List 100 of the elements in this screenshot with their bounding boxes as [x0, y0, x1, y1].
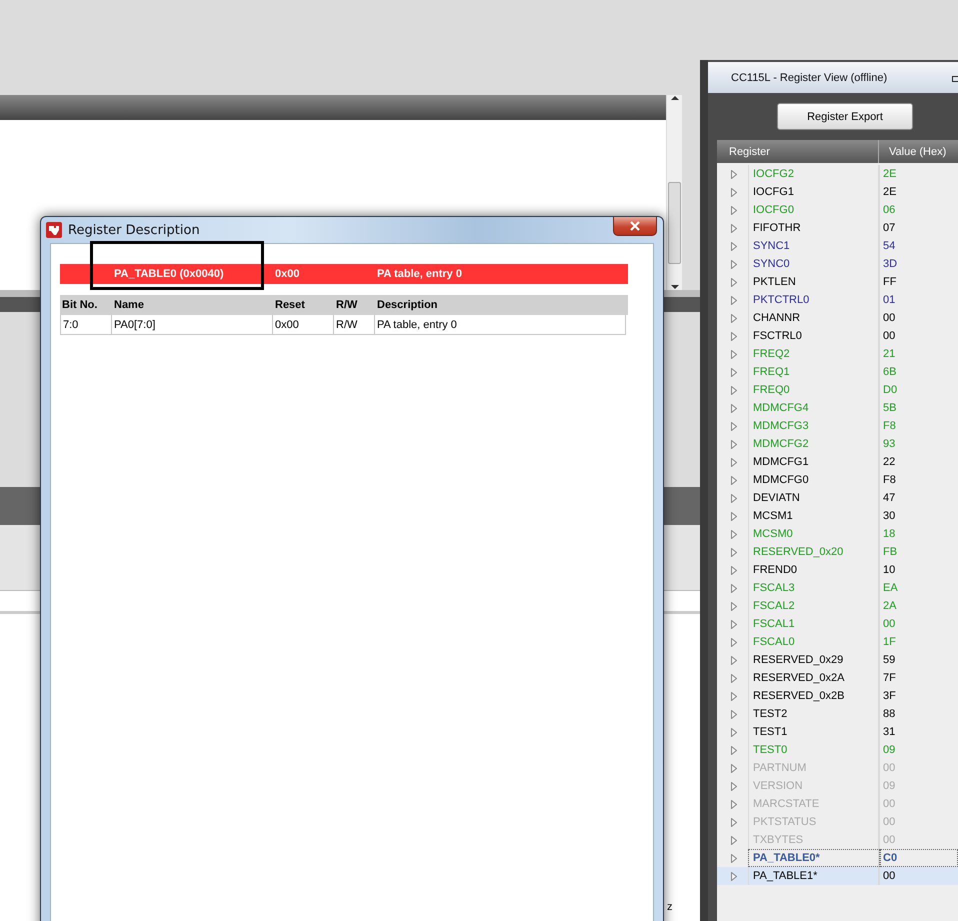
register-value: 31 — [882, 725, 896, 740]
table-cell: 0x00 — [273, 315, 334, 335]
register-row[interactable]: RESERVED_0x2A 7F — [717, 669, 958, 687]
register-row[interactable]: RESERVED_0x20 FB — [717, 543, 958, 561]
register-row[interactable]: PKTCTRL0 01 — [717, 291, 958, 309]
register-name: RESERVED_0x29 — [748, 651, 880, 669]
register-row[interactable]: PKTLEN FF — [717, 273, 958, 291]
scroll-up-icon[interactable] — [670, 95, 678, 101]
register-value: 00 — [882, 833, 896, 848]
register-row[interactable]: FREQ2 21 — [717, 345, 958, 363]
register-row[interactable]: RESERVED_0x29 59 — [717, 651, 958, 669]
app-logo-icon — [46, 222, 62, 238]
register-name: PKTCTRL0 — [748, 291, 880, 309]
register-value: 00 — [882, 617, 896, 632]
register-row[interactable]: FSCAL2 2A — [717, 597, 958, 615]
register-value: 00 — [882, 329, 896, 344]
register-name: FREQ1 — [748, 363, 880, 381]
register-row[interactable]: FREND0 10 — [717, 561, 958, 579]
register-row[interactable]: DEVIATN 47 — [717, 489, 958, 507]
register-row[interactable]: FSCAL1 00 — [717, 615, 958, 633]
register-row[interactable]: MDMCFG3 F8 — [717, 417, 958, 435]
register-value: F8 — [882, 419, 897, 434]
register-row[interactable]: MDMCFG0 F8 — [717, 471, 958, 489]
register-row[interactable]: RESERVED_0x2B 3F — [717, 687, 958, 705]
register-row[interactable]: IOCFG0 06 — [717, 201, 958, 219]
register-row[interactable]: MDMCFG4 5B — [717, 399, 958, 417]
register-value: F8 — [882, 473, 897, 488]
register-name: PKTSTATUS — [748, 813, 880, 831]
register-row[interactable]: FSCTRL0 00 — [717, 327, 958, 345]
register-name: FREND0 — [748, 561, 880, 579]
column-header: Description — [376, 298, 439, 313]
register-row[interactable]: TEST0 09 — [717, 741, 958, 759]
register-name: RESERVED_0x20 — [748, 543, 880, 561]
register-name: MDMCFG0 — [748, 471, 880, 489]
register-row[interactable]: FSCAL3 EA — [717, 579, 958, 597]
register-value: 93 — [882, 437, 896, 452]
column-header[interactable]: Register — [717, 140, 879, 163]
table-cell: PA0[7:0] — [112, 315, 273, 335]
register-value: 3D — [882, 257, 898, 272]
register-value: 2A — [882, 599, 898, 614]
register-value: 07 — [882, 221, 896, 236]
register-description: PA table, entry 0 — [376, 267, 463, 282]
register-row[interactable]: TEST2 88 — [717, 705, 958, 723]
register-name: TEST1 — [748, 723, 880, 741]
column-header[interactable]: Value (Hex) — [879, 140, 958, 163]
register-row[interactable]: FIFOTHR 07 — [717, 219, 958, 237]
register-value: 22 — [882, 455, 896, 470]
column-header: Name — [113, 298, 145, 313]
register-row[interactable]: CHANNR 00 — [717, 309, 958, 327]
register-name: FSCAL0 — [748, 633, 880, 651]
register-name: FREQ2 — [748, 345, 880, 363]
table-cell: R/W — [334, 315, 375, 335]
register-name: MDMCFG4 — [748, 399, 880, 417]
restore-icon[interactable] — [952, 74, 958, 82]
register-name: IOCFG0 — [748, 201, 880, 219]
column-header: Reset — [274, 298, 306, 313]
register-name: IOCFG1 — [748, 183, 880, 201]
register-value: 2E — [882, 167, 898, 182]
register-value: D0 — [882, 383, 898, 398]
register-value: 2E — [882, 185, 898, 200]
register-row[interactable]: MCSM1 30 — [717, 507, 958, 525]
register-row[interactable]: MCSM0 18 — [717, 525, 958, 543]
close-button[interactable] — [613, 217, 657, 236]
export-button[interactable]: Register Export — [777, 103, 913, 130]
register-name: RESERVED_0x2B — [748, 687, 880, 705]
register-row[interactable]: FREQ0 D0 — [717, 381, 958, 399]
register-value: 09 — [882, 743, 896, 758]
register-value: 6B — [882, 365, 898, 380]
scrollbar[interactable] — [666, 95, 682, 290]
dialog-title: Register Description — [68, 222, 200, 238]
register-row[interactable]: SYNC0 3D — [717, 255, 958, 273]
register-value: 21 — [882, 347, 896, 362]
close-icon — [629, 221, 641, 231]
register-name: FSCAL3 — [748, 579, 880, 597]
register-row[interactable]: IOCFG2 2E — [717, 165, 958, 183]
register-value: 00 — [882, 869, 896, 884]
register-name: MCSM0 — [748, 525, 880, 543]
panel-title: CC115L - Register View (offline) — [731, 72, 888, 84]
register-row[interactable]: FREQ1 6B — [717, 363, 958, 381]
register-row[interactable]: SYNC1 54 — [717, 237, 958, 255]
register-row[interactable]: IOCFG1 2E — [717, 183, 958, 201]
register-value: C0 — [880, 849, 958, 867]
register-name: PA_TABLE0 (0x0040) — [113, 267, 225, 282]
register-value: 47 — [882, 491, 896, 506]
register-row[interactable]: FSCAL0 1F — [717, 633, 958, 651]
register-name: MARCSTATE — [748, 795, 880, 813]
register-name: VERSION — [748, 777, 880, 795]
register-reset: 0x00 — [274, 267, 300, 282]
register-name: FSCAL1 — [748, 615, 880, 633]
register-value: 7F — [882, 671, 897, 686]
register-row[interactable]: TEST1 31 — [717, 723, 958, 741]
register-name: FSCAL2 — [748, 597, 880, 615]
register-name: SYNC0 — [748, 255, 880, 273]
register-name: IOCFG2 — [748, 165, 880, 183]
table-cell: PA table, entry 0 — [375, 315, 626, 335]
register-value: 06 — [882, 203, 896, 218]
register-row[interactable]: MDMCFG1 22 — [717, 453, 958, 471]
register-name: MDMCFG1 — [748, 453, 880, 471]
register-row[interactable]: MDMCFG2 93 — [717, 435, 958, 453]
register-row[interactable]: PA_TABLE1* 00 — [717, 867, 958, 885]
